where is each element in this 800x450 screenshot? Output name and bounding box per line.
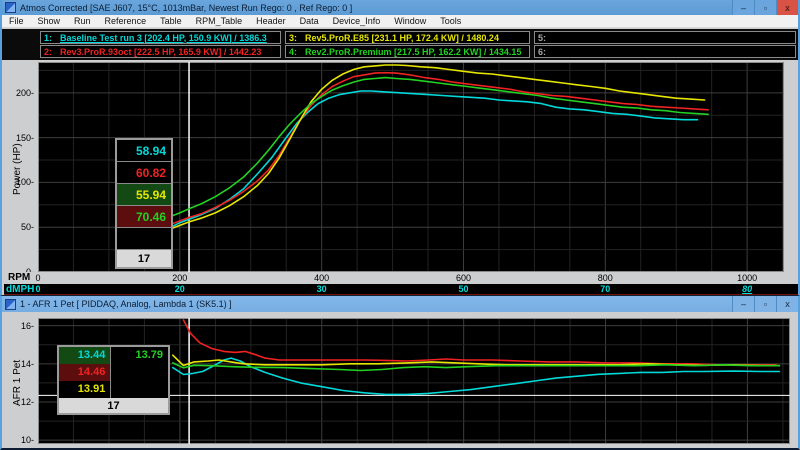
menu-header[interactable]: Header <box>249 15 293 28</box>
menu-tools[interactable]: Tools <box>433 15 468 28</box>
afr-ytick-16: 16- <box>8 321 34 331</box>
rpm-tick-0: 0 <box>23 273 53 283</box>
menu-file[interactable]: File <box>2 15 31 28</box>
afr-cursor-value-box[interactable]: 13.4413.7914.4613.9117 <box>57 345 170 415</box>
legend-run-number: 6: <box>538 47 554 57</box>
close-button[interactable]: x <box>776 0 798 15</box>
power-cursor-value-row: 58.94 <box>117 140 171 162</box>
afr-cursor-value-row: 13.91 <box>59 381 168 398</box>
power-cursor-value: 58.94 <box>117 140 171 161</box>
menu-run[interactable]: Run <box>67 15 98 28</box>
afr-cursor-value: 14.46 <box>59 364 111 381</box>
afr-cursor-value: 13.44 <box>59 347 111 364</box>
power-cursor-value: 60.82 <box>117 162 171 183</box>
legend-run-number: 3: <box>289 33 305 43</box>
dmph-axis-row: dMPH 02030507080 <box>4 284 798 295</box>
afr-cursor-value <box>111 381 168 398</box>
dmph-tick-70: 70 <box>590 284 620 294</box>
afr-cursor-position: 17 <box>59 398 168 413</box>
legend-run-4[interactable]: 4:Rev2.ProR.Premium [217.5 HP, 162.2 KW]… <box>285 45 530 58</box>
afr-ytick-14: 14- <box>8 359 34 369</box>
legend-run-5[interactable]: 5: <box>534 31 796 44</box>
power-cursor-position: 17 <box>117 250 171 267</box>
app-icon <box>5 2 16 13</box>
menu-show[interactable]: Show <box>31 15 68 28</box>
rpm-tick-400: 400 <box>307 273 337 283</box>
rpm-tick-800: 800 <box>590 273 620 283</box>
menu-data[interactable]: Data <box>293 15 326 28</box>
afr-minimize-button[interactable]: – <box>732 296 754 312</box>
legend-run-number: 1: <box>44 33 60 43</box>
legend-run-label: Baseline Test run 3 [202.4 HP, 150.9 KW]… <box>60 33 267 43</box>
afr-ytick-12: 12- <box>8 397 34 407</box>
dmph-tick-20: 20 <box>165 284 195 294</box>
afr-window-title: 1 - AFR 1 Pet [ PIDDAQ, Analog, Lambda 1… <box>20 299 232 309</box>
legend-run-number: 5: <box>538 33 554 43</box>
legend-run-6[interactable]: 6: <box>534 45 796 58</box>
legend-run-label: Rev2.ProR.Premium [217.5 HP, 162.2 KW] /… <box>305 47 521 57</box>
power-ytick-50: 50- <box>8 222 34 232</box>
power-cursor-value <box>117 228 171 249</box>
app-icon-afr <box>5 299 16 310</box>
dmph-tick-80: 80 <box>732 284 762 294</box>
power-window-titlebar[interactable]: Atmos Corrected [SAE J607, 15°C, 1013mBa… <box>2 0 798 15</box>
menu-device_info[interactable]: Device_Info <box>326 15 388 28</box>
afr-chart-window: 1 - AFR 1 Pet [ PIDDAQ, Analog, Lambda 1… <box>0 296 800 450</box>
power-cursor-value-row: 55.94 <box>117 184 171 206</box>
legend-run-label: Rev3.ProR.93oct [222.5 HP, 165.9 KW] / 1… <box>60 47 261 57</box>
power-ytick-100: 100- <box>8 177 34 187</box>
menu-table[interactable]: Table <box>153 15 189 28</box>
power-chart-window: Atmos Corrected [SAE J607, 15°C, 1013mBa… <box>0 0 800 296</box>
menu-bar: FileShowRunReferenceTableRPM_TableHeader… <box>2 15 798 28</box>
legend-run-number: 4: <box>289 47 305 57</box>
afr-window-titlebar[interactable]: 1 - AFR 1 Pet [ PIDDAQ, Analog, Lambda 1… <box>2 296 798 312</box>
afr-cursor-value <box>111 364 168 381</box>
afr-cursor-value: 13.79 <box>111 347 168 364</box>
dmph-tick-50: 50 <box>448 284 478 294</box>
afr-close-button[interactable]: x <box>776 296 798 312</box>
rpm-tick-600: 600 <box>448 273 478 283</box>
power-ytick-200: 200- <box>8 88 34 98</box>
menu-reference[interactable]: Reference <box>98 15 154 28</box>
legend-run-1[interactable]: 1:Baseline Test run 3 [202.4 HP, 150.9 K… <box>40 31 281 44</box>
dmph-tick-30: 30 <box>307 284 337 294</box>
legend-run-label: Rev5.ProR.E85 [231.1 HP, 172.4 KW] / 148… <box>305 33 499 43</box>
dmph-tick-0: 0 <box>23 284 53 294</box>
minimize-button[interactable]: – <box>732 0 754 15</box>
legend-run-number: 2: <box>44 47 60 57</box>
menu-window[interactable]: Window <box>387 15 433 28</box>
power-cursor-value: 70.46 <box>117 206 171 227</box>
afr-ytick-10: 10- <box>8 435 34 445</box>
power-cursor-value-row: 70.46 <box>117 206 171 228</box>
power-ytick-150: 150- <box>8 133 34 143</box>
rpm-tick-1000: 1000 <box>732 273 762 283</box>
power-cursor-value-row <box>117 228 171 250</box>
rpm-tick-200: 200 <box>165 273 195 283</box>
power-cursor-value-box[interactable]: 58.9460.8255.9470.46 17 <box>115 138 173 269</box>
afr-maximize-button[interactable]: ▫ <box>754 296 776 312</box>
power-cursor-value-row: 60.82 <box>117 162 171 184</box>
legend-run-2[interactable]: 2:Rev3.ProR.93oct [222.5 HP, 165.9 KW] /… <box>40 45 281 58</box>
run-legend: 1:Baseline Test run 3 [202.4 HP, 150.9 K… <box>2 29 798 60</box>
afr-cursor-value-row: 14.46 <box>59 364 168 381</box>
afr-cursor-value-row: 13.4413.79 <box>59 347 168 364</box>
rpm-axis-row: RPM 02004006008001000 <box>4 272 798 284</box>
maximize-button[interactable]: ▫ <box>754 0 776 15</box>
power-window-title: Atmos Corrected [SAE J607, 15°C, 1013mBa… <box>20 3 352 13</box>
afr-cursor-value: 13.91 <box>59 381 111 398</box>
menu-rpm_table[interactable]: RPM_Table <box>189 15 250 28</box>
legend-run-3[interactable]: 3:Rev5.ProR.E85 [231.1 HP, 172.4 KW] / 1… <box>285 31 530 44</box>
power-cursor-value: 55.94 <box>117 184 171 205</box>
dyno-app: Atmos Corrected [SAE J607, 15°C, 1013mBa… <box>0 0 800 450</box>
